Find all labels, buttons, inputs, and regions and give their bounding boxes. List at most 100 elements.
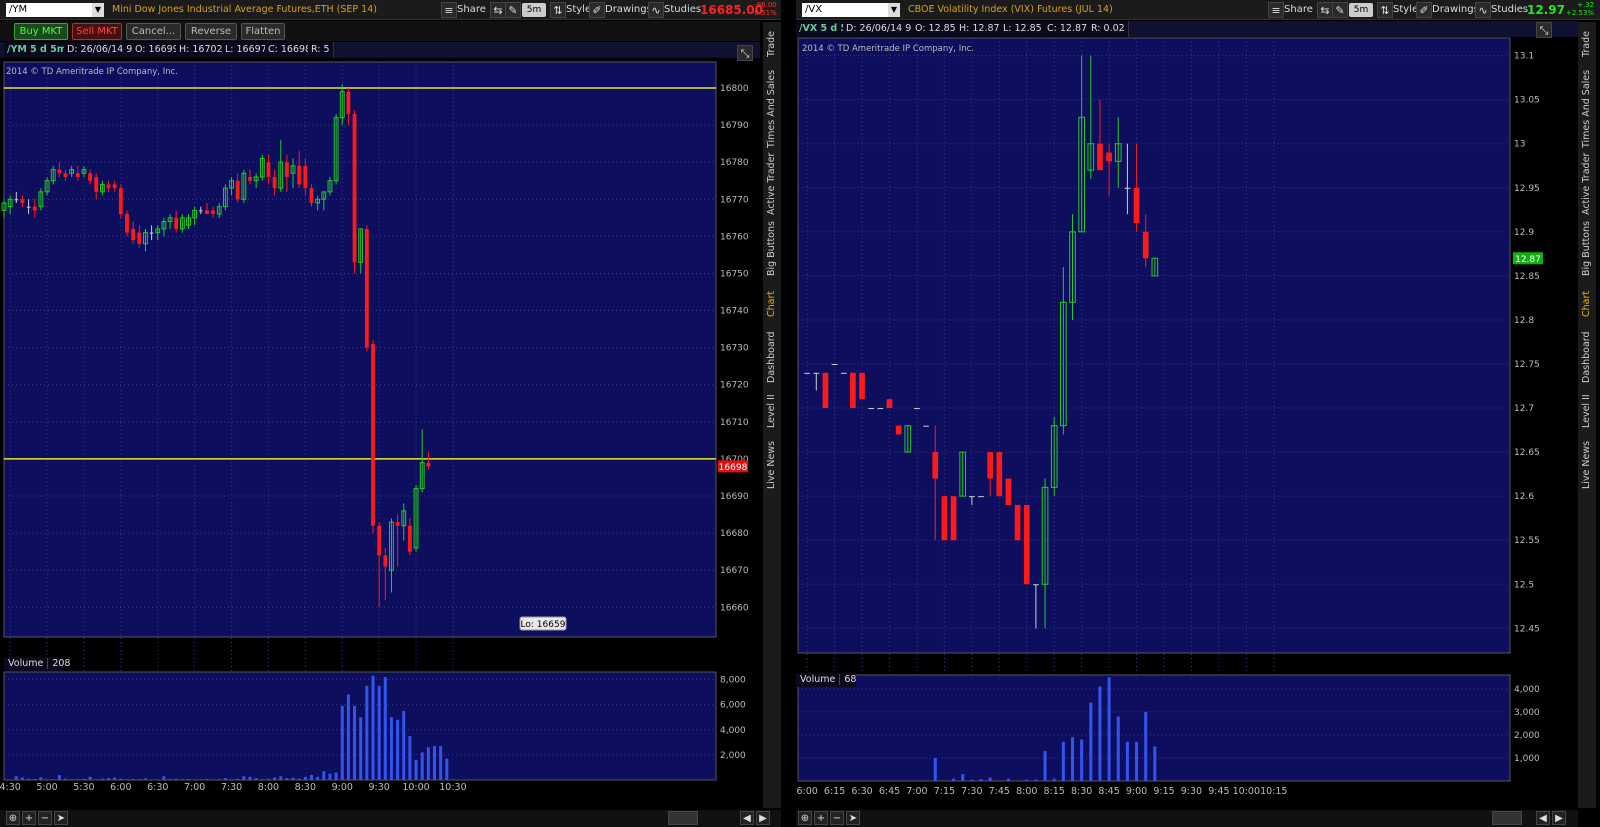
ym-candle-body bbox=[407, 525, 412, 552]
cancel-button[interactable]: Cancel... bbox=[126, 23, 181, 40]
ym-volume-bar bbox=[211, 779, 215, 780]
vx-volume-label: Volume bbox=[800, 674, 836, 685]
flatten-button[interactable]: Flatten bbox=[241, 23, 285, 40]
ym-volume-bar bbox=[162, 776, 166, 780]
ym-zoom-out-icon[interactable]: − bbox=[38, 811, 52, 825]
ym-copyright: 2014 © TD Ameritrade IP Company, Inc. bbox=[6, 67, 178, 77]
ym-tab-trade[interactable]: Trade bbox=[763, 22, 781, 66]
ym-change-pct: -0.51% bbox=[752, 9, 777, 17]
ym-tab-level-ii[interactable]: Level II bbox=[763, 388, 781, 434]
ym-scroll-right-icon[interactable]: ▶ bbox=[756, 811, 770, 825]
vx-tab-times-and-sales[interactable]: Times And Sales bbox=[1578, 68, 1596, 150]
vx-interval-button[interactable]: 5m bbox=[1349, 3, 1373, 17]
ym-symbol-dropdown-icon[interactable]: ▼ bbox=[92, 3, 104, 17]
ym-tab-dashboard[interactable]: Dashboard bbox=[763, 328, 781, 386]
ym-expand-icon[interactable]: ⤡ bbox=[737, 45, 753, 61]
vx-tab-chart[interactable]: Chart bbox=[1578, 282, 1596, 326]
ym-candle-body bbox=[88, 173, 93, 181]
vx-symbol-input[interactable]: /VX bbox=[802, 3, 888, 17]
vx-volume-bar bbox=[1052, 778, 1056, 781]
ym-candle-body bbox=[395, 522, 400, 526]
ym-x-tick: 10:00 bbox=[402, 782, 429, 793]
ym-volume-bar bbox=[223, 778, 227, 780]
vx-volume-tick: 4,000 bbox=[1514, 685, 1540, 695]
ym-link-icon[interactable]: ⇆ bbox=[490, 2, 506, 18]
ym-volume-bar bbox=[322, 771, 326, 780]
vx-volume-bar bbox=[1034, 779, 1038, 781]
ym-tab-big-buttons[interactable]: Big Buttons bbox=[763, 218, 781, 280]
vx-candle-body bbox=[914, 408, 920, 410]
ym-volume-bar bbox=[76, 779, 80, 780]
ym-price-chart[interactable]: 1666016670166801669016700167101672016730… bbox=[0, 60, 760, 827]
ym-volume-bar bbox=[119, 778, 123, 780]
vx-x-tick: 9:15 bbox=[1153, 786, 1174, 797]
ym-volume-bar bbox=[143, 778, 147, 780]
vx-tab-dashboard[interactable]: Dashboard bbox=[1578, 328, 1596, 386]
buy-mkt-button[interactable]: Buy MKT bbox=[14, 23, 68, 40]
ym-tab-times-and-sales[interactable]: Times And Sales bbox=[763, 68, 781, 150]
ym-volume-bar bbox=[174, 778, 178, 780]
ym-volume-bar bbox=[187, 778, 190, 780]
vx-x-tick: 7:30 bbox=[961, 786, 982, 797]
vx-cursor-icon[interactable]: ➤ bbox=[846, 811, 860, 825]
ym-volume-bar bbox=[285, 778, 289, 780]
vx-share-button[interactable]: Share bbox=[1279, 2, 1318, 18]
ym-tab-active-trader[interactable]: Active Trader bbox=[763, 152, 781, 216]
ym-volume-bar bbox=[346, 694, 350, 780]
ym-volume-bar bbox=[340, 705, 344, 780]
vx-info-high: H: 12.87 bbox=[956, 21, 1004, 37]
vx-scrollbar[interactable] bbox=[1492, 811, 1522, 825]
vx-tab-trade[interactable]: Trade bbox=[1578, 22, 1596, 66]
vx-volume-bar bbox=[1025, 779, 1029, 781]
ym-candle-body bbox=[383, 555, 388, 567]
vx-zoom-region-icon[interactable]: ⊕ bbox=[798, 811, 812, 825]
vx-wrench-icon[interactable]: ✎ bbox=[1332, 2, 1348, 18]
ym-tab-live-news[interactable]: Live News bbox=[763, 436, 781, 494]
vx-zoom-out-icon[interactable]: − bbox=[830, 811, 844, 825]
ym-candle-body bbox=[248, 177, 252, 181]
ym-info-range: R: 5 bbox=[308, 42, 334, 58]
vx-tab-active-trader[interactable]: Active Trader bbox=[1578, 152, 1596, 216]
vx-volume-bar bbox=[1135, 741, 1139, 781]
ym-wrench-icon[interactable]: ✎ bbox=[505, 2, 521, 18]
ym-share-button[interactable]: Share bbox=[452, 2, 491, 18]
ym-volume-bar bbox=[57, 775, 61, 780]
vx-last-price: 12.97 bbox=[1527, 3, 1565, 17]
vx-chart-panel: /VX ▼ CBOE Volatility Index (VIX) Future… bbox=[796, 0, 1600, 827]
vx-candle-body bbox=[1106, 152, 1112, 162]
ym-interval-button[interactable]: 5m bbox=[522, 3, 546, 17]
vx-info-open: O: 12.85 bbox=[912, 21, 960, 37]
ym-volume-bar bbox=[414, 759, 418, 780]
vx-zoom-in-icon[interactable]: + bbox=[814, 811, 828, 825]
ym-symbol-description: Mini Dow Jones Industrial Average Future… bbox=[112, 4, 377, 15]
vx-tab-big-buttons[interactable]: Big Buttons bbox=[1578, 218, 1596, 280]
ym-zoom-in-icon[interactable]: + bbox=[22, 811, 36, 825]
ym-zoom-region-icon[interactable]: ⊕ bbox=[6, 811, 20, 825]
vx-candle-body bbox=[877, 408, 884, 410]
reverse-button[interactable]: Reverse bbox=[185, 23, 237, 40]
vx-tab-level-ii[interactable]: Level II bbox=[1578, 388, 1596, 434]
vx-scroll-right-icon[interactable]: ▶ bbox=[1552, 811, 1566, 825]
vx-tab-live-news[interactable]: Live News bbox=[1578, 436, 1596, 494]
ym-volume-bar bbox=[51, 779, 55, 780]
ym-candle-body bbox=[235, 180, 240, 200]
vx-link-icon[interactable]: ⇆ bbox=[1317, 2, 1333, 18]
vx-symbol-dropdown-icon[interactable]: ▼ bbox=[888, 3, 900, 17]
ym-scroll-left-icon[interactable]: ◀ bbox=[740, 811, 754, 825]
vx-price-chart[interactable]: 12.45 12.5 12.55 12.6 12.65 12.7 12.75 12.8 12.8… bbox=[796, 37, 1578, 827]
vx-candle-body bbox=[941, 496, 948, 541]
ym-symbol-input[interactable]: /YM bbox=[6, 3, 92, 17]
ym-candle-body bbox=[346, 91, 351, 114]
ym-x-tick: 9:30 bbox=[368, 782, 389, 793]
ym-candle-body bbox=[211, 210, 216, 215]
vx-scroll-left-icon[interactable]: ◀ bbox=[1536, 811, 1550, 825]
ym-candle-body bbox=[377, 525, 382, 556]
ym-cursor-icon[interactable]: ➤ bbox=[54, 811, 68, 825]
sell-mkt-button[interactable]: Sell MKT bbox=[72, 23, 122, 40]
vx-x-tick: 9:30 bbox=[1181, 786, 1202, 797]
ym-volume-bar bbox=[402, 710, 406, 780]
vx-expand-icon[interactable]: ⤡ bbox=[1536, 22, 1552, 38]
ym-tab-chart[interactable]: Chart bbox=[763, 282, 781, 326]
ym-volume-bar bbox=[45, 779, 49, 780]
ym-scrollbar[interactable] bbox=[668, 811, 698, 825]
